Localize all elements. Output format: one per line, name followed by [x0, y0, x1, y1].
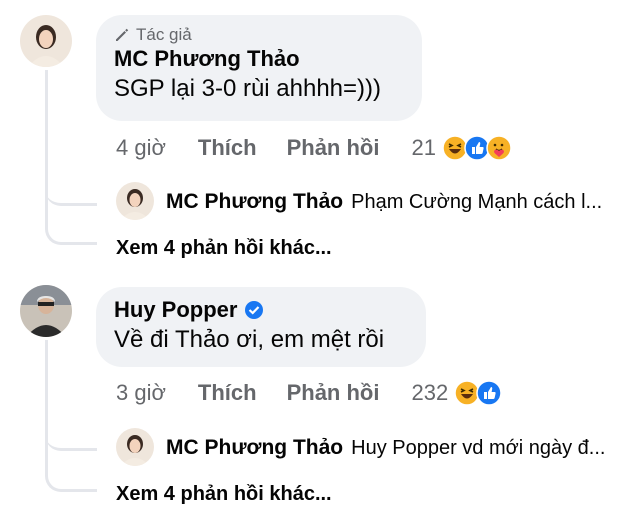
like-icon [476, 380, 502, 406]
author-badge: Tác giả [114, 25, 404, 45]
more-replies-link[interactable]: Xem 4 phản hồi khác... [116, 237, 332, 260]
reaction-icons[interactable] [442, 135, 512, 161]
avatar-huy-popper[interactable] [20, 285, 72, 337]
thread-branch-1a [45, 170, 97, 206]
comment-text: SGP lại 3-0 rùi ahhhh=))) [114, 75, 382, 102]
comment-actions-2: 3 giờ Thích Phản hồi 232 [116, 380, 502, 406]
like-button[interactable]: Thích [198, 135, 257, 161]
comment-bubble-2: Huy Popper Về đi Thảo ơi, em mệt rồi [96, 287, 426, 367]
verified-badge-icon [245, 301, 264, 319]
author-badge-label: Tác giả [136, 25, 192, 44]
more-replies-link[interactable]: Xem 4 phản hồi khác... [116, 483, 332, 506]
comment-actions-1: 4 giờ Thích Phản hồi 21 [116, 135, 512, 161]
thread-branch-1b [45, 205, 97, 245]
reply-author-name[interactable]: MC Phương Thảo [166, 190, 343, 214]
avatar-mc-phuong-thao[interactable] [20, 15, 72, 67]
thread-branch-2a [45, 415, 97, 451]
comment-author-name[interactable]: MC Phương Thảo [114, 45, 404, 73]
comment-author-name[interactable]: Huy Popper [114, 296, 408, 324]
reply-button[interactable]: Phản hồi [287, 380, 380, 406]
reaction-count[interactable]: 232 [411, 380, 448, 406]
reaction-icons[interactable] [454, 380, 502, 406]
reply-text: Huy Popper vd mới ngày đ... [351, 436, 606, 459]
reaction-count[interactable]: 21 [411, 135, 435, 161]
reply-text: Phạm Cường Mạnh cách l... [351, 190, 603, 213]
comment-text: Về đi Thảo ơi, em mệt rồi [114, 326, 385, 353]
thread-branch-2b [45, 450, 97, 492]
reply-preview-2[interactable]: MC Phương Thảo Huy Popper vd mới ngày đ.… [166, 436, 605, 460]
comment-bubble-1: Tác giả MC Phương Thảo SGP lại 3-0 rùi a… [96, 15, 422, 121]
reply-preview-1[interactable]: MC Phương Thảo Phạm Cường Mạnh cách l... [166, 190, 602, 214]
reply-author-name[interactable]: MC Phương Thảo [166, 436, 343, 460]
reply-avatar-2[interactable] [116, 428, 154, 466]
care-icon [486, 135, 512, 161]
reply-button[interactable]: Phản hồi [287, 135, 380, 161]
comment-time[interactable]: 4 giờ [116, 135, 166, 161]
like-button[interactable]: Thích [198, 380, 257, 406]
comment-time[interactable]: 3 giờ [116, 380, 166, 406]
pencil-icon [116, 28, 129, 41]
reply-avatar-1[interactable] [116, 182, 154, 220]
